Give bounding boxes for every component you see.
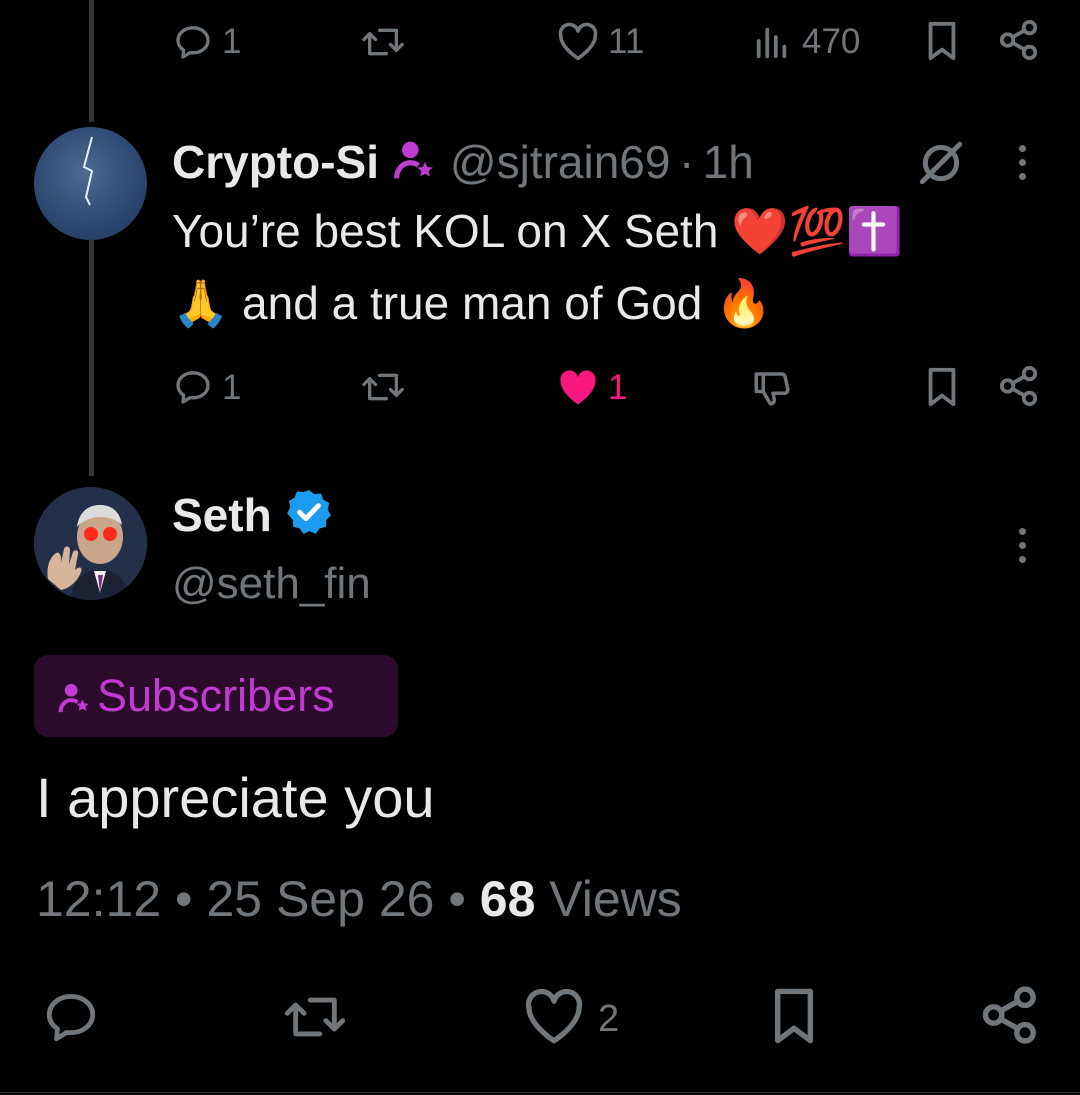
tweet-text-line1: You’re best KOL on X Seth ❤️💯✝️ [172,205,904,257]
retweet-icon[interactable] [278,988,352,1046]
handle[interactable]: @seth_fin [172,562,371,606]
views-icon[interactable] [752,22,792,60]
tweet-meta: 12:12 • 25 Sep 26 • 68 Views [36,874,682,924]
share-icon[interactable] [980,984,1040,1046]
subscribers-label: Subscribers [97,670,335,721]
handle[interactable]: @sjtrain69 [450,136,671,188]
views-label[interactable]: Views [549,871,681,927]
tweet-text-line2: 🙏 and a true man of God 🔥 [172,277,773,329]
timestamp[interactable]: 1h [703,136,754,188]
separator: · [678,136,695,188]
bookmark-icon[interactable] [922,20,962,62]
lightning-image [82,136,94,206]
reply-count: 1 [222,368,242,407]
divider [0,1092,1080,1093]
avatar[interactable] [34,487,147,600]
retweet-icon[interactable] [358,367,408,407]
tweet-text: I appreciate you [36,766,435,829]
meta-dot: • [448,871,466,927]
like-count: 1 [608,368,628,407]
thread-line [89,240,94,476]
tweet-time[interactable]: 12:12 [36,871,161,927]
subscriber-icon [58,681,90,720]
reply-count: 1 [222,22,242,61]
avatar[interactable] [34,127,147,240]
meta-dot: • [175,871,193,927]
thread-line [89,0,94,122]
reply-icon[interactable] [40,988,102,1046]
like-count: 11 [608,22,645,61]
reply-icon[interactable] [172,22,214,62]
display-name[interactable]: Seth [172,489,272,541]
retweet-icon[interactable] [358,22,408,62]
like-icon-active[interactable] [556,368,600,408]
more-icon[interactable] [1019,145,1027,187]
bookmark-icon[interactable] [766,986,822,1046]
subscriber-icon [393,138,435,186]
views-count[interactable]: 68 [480,871,536,927]
display-name[interactable]: Crypto-Si [172,136,379,188]
bookmark-icon[interactable] [922,366,962,408]
like-count: 2 [598,998,620,1040]
grok-icon[interactable] [916,138,966,188]
reply-icon[interactable] [172,367,214,407]
dislike-icon[interactable] [750,367,794,409]
avatar-image [34,487,147,600]
verified-icon [284,487,334,541]
like-icon[interactable] [522,988,586,1046]
more-icon[interactable] [1019,528,1027,570]
like-icon[interactable] [556,22,600,62]
share-icon[interactable] [998,364,1040,408]
tweet-date[interactable]: 25 Sep 26 [206,871,434,927]
share-icon[interactable] [998,18,1040,62]
view-count: 470 [802,22,861,61]
